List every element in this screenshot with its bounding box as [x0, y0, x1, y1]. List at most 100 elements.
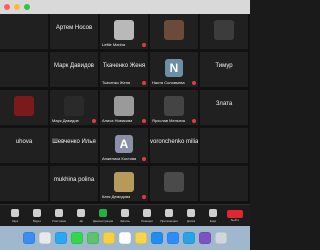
participant-name-label: Анжелика Костова: [102, 156, 137, 161]
end-meeting-icon: [227, 209, 243, 218]
participant-tile[interactable]: Артем Носов: [50, 14, 98, 49]
participant-video: [164, 171, 184, 192]
minimize-window-button[interactable]: [14, 4, 20, 10]
participant-tile[interactable]: Катя Демидова: [100, 166, 148, 201]
end-meeting-label: Выйти: [230, 217, 240, 222]
participant-display-name: Злата: [215, 101, 233, 107]
toolbar-item[interactable]: Демонстрация: [92, 208, 114, 223]
zoom-icon[interactable]: [167, 232, 179, 244]
participant-tile[interactable]: N Настя Соловьева: [150, 52, 198, 87]
participant-tile[interactable]: [0, 90, 48, 125]
participant-tile[interactable]: Ткаченко Женя Ткаченко Женя: [100, 52, 148, 87]
mic-muted-icon: [142, 195, 146, 199]
participant-video: [64, 95, 84, 116]
participant-display-name: Марк Давидов: [54, 63, 94, 69]
messages-icon[interactable]: [71, 232, 83, 244]
participant-tile[interactable]: [0, 52, 48, 87]
participant-name-label: Катя Демидова: [102, 194, 131, 199]
participant-name-label: Ткаченко Женя: [102, 80, 131, 85]
participant-video: [14, 95, 34, 116]
participant-display-name: voronchenko miliana: [150, 139, 198, 145]
participant-tile[interactable]: voronchenko miliana: [150, 128, 198, 163]
maps-icon[interactable]: [87, 232, 99, 244]
toolbar-item[interactable]: Приложения: [158, 208, 180, 223]
participants-icon: [55, 208, 63, 217]
participant-tile[interactable]: [0, 166, 48, 201]
toolbar-item[interactable]: Доска: [180, 208, 202, 223]
toolbar-item-label: Запись: [120, 218, 130, 223]
appstore-icon[interactable]: [151, 232, 163, 244]
reactions-icon: [143, 208, 151, 217]
toolbar-item-label: Демонстрация: [92, 218, 114, 223]
participant-tile[interactable]: [0, 14, 48, 49]
participant-tile[interactable]: Злата: [200, 90, 248, 125]
mic-muted-icon: [142, 81, 146, 85]
toolbar-item[interactable]: Звук: [4, 208, 26, 223]
mic-muted-icon: [192, 81, 196, 85]
toolbar-item-label: Звук: [11, 218, 19, 223]
participant-tile[interactable]: [200, 166, 248, 201]
toolbar-item[interactable]: Участники: [48, 208, 70, 223]
record-icon: [121, 208, 129, 217]
more-icon: [209, 208, 217, 217]
toolbar-item[interactable]: Видео: [26, 208, 48, 223]
participant-tile[interactable]: Шевченко Илья: [50, 128, 98, 163]
apps-icon: [165, 208, 173, 217]
participant-display-name: mukhina polina: [53, 177, 95, 183]
telegram-icon[interactable]: [183, 232, 195, 244]
participant-tile[interactable]: mukhina polina: [50, 166, 98, 201]
toolbar-item[interactable]: Запись: [114, 208, 136, 223]
macos-dock: [0, 226, 250, 250]
participant-name-label: Ярослав Мельник: [152, 118, 186, 123]
toolbar-item-label: Приложения: [160, 218, 178, 223]
toolbar-item-label: Доска: [186, 218, 196, 223]
participant-tile[interactable]: Тимур: [200, 52, 248, 87]
notes-icon[interactable]: [135, 232, 147, 244]
calendar-icon[interactable]: [119, 232, 131, 244]
participant-tile[interactable]: Марк Давидов: [50, 90, 98, 125]
viber-icon[interactable]: [199, 232, 211, 244]
participant-video: [214, 19, 234, 40]
toolbar-item-label: Реакции: [141, 218, 153, 223]
participant-tile[interactable]: uhova: [0, 128, 48, 163]
window-titlebar: [0, 0, 250, 14]
participant-tile[interactable]: [200, 128, 248, 163]
toolbar-item-label: Ещё: [209, 218, 217, 223]
mic-muted-icon: [142, 157, 146, 161]
mic-muted-icon: [142, 43, 146, 47]
participant-name-label: Марк Давидов: [52, 118, 79, 123]
mic-muted-icon: [142, 119, 146, 123]
participant-video: [164, 95, 184, 116]
safari-icon[interactable]: [55, 232, 67, 244]
launchpad-icon[interactable]: [39, 232, 51, 244]
toolbar-item[interactable]: Реакции: [136, 208, 158, 223]
participant-display-name: uhova: [15, 139, 33, 145]
participant-video: [114, 171, 134, 192]
toolbar-item[interactable]: Чат: [70, 208, 92, 223]
close-window-button[interactable]: [4, 4, 10, 10]
participant-name-label: Настя Соловьева: [152, 80, 185, 85]
participant-name-label: Lettle Marina: [102, 42, 126, 47]
participant-tile[interactable]: Марк Давидов: [50, 52, 98, 87]
participant-tile[interactable]: [200, 14, 248, 49]
participant-tile[interactable]: [150, 166, 198, 201]
participant-video: [164, 19, 184, 40]
participant-display-name: Тимур: [215, 63, 233, 69]
participant-tile[interactable]: [150, 14, 198, 49]
video-icon: [33, 208, 41, 217]
participant-tile[interactable]: A Анжелика Костова: [100, 128, 148, 163]
chat-icon: [77, 208, 85, 217]
finder-icon[interactable]: [23, 232, 35, 244]
end-meeting-button[interactable]: Выйти: [224, 209, 246, 222]
trash-icon[interactable]: [215, 232, 227, 244]
participant-avatar: A: [115, 134, 133, 153]
toolbar-item[interactable]: Ещё: [202, 208, 224, 223]
zoom-window-button[interactable]: [24, 4, 30, 10]
photos-icon[interactable]: [103, 232, 115, 244]
participant-tile[interactable]: Lettle Marina: [100, 14, 148, 49]
participant-tile[interactable]: Ярослав Мельник: [150, 90, 198, 125]
participant-gallery: Артем Носов Lettle Marina Марк Давидов Ткач…: [0, 14, 250, 204]
toolbar-item-label: Участники: [51, 218, 67, 223]
participant-tile[interactable]: Алиса Новикова: [100, 90, 148, 125]
mic-muted-icon: [192, 119, 196, 123]
